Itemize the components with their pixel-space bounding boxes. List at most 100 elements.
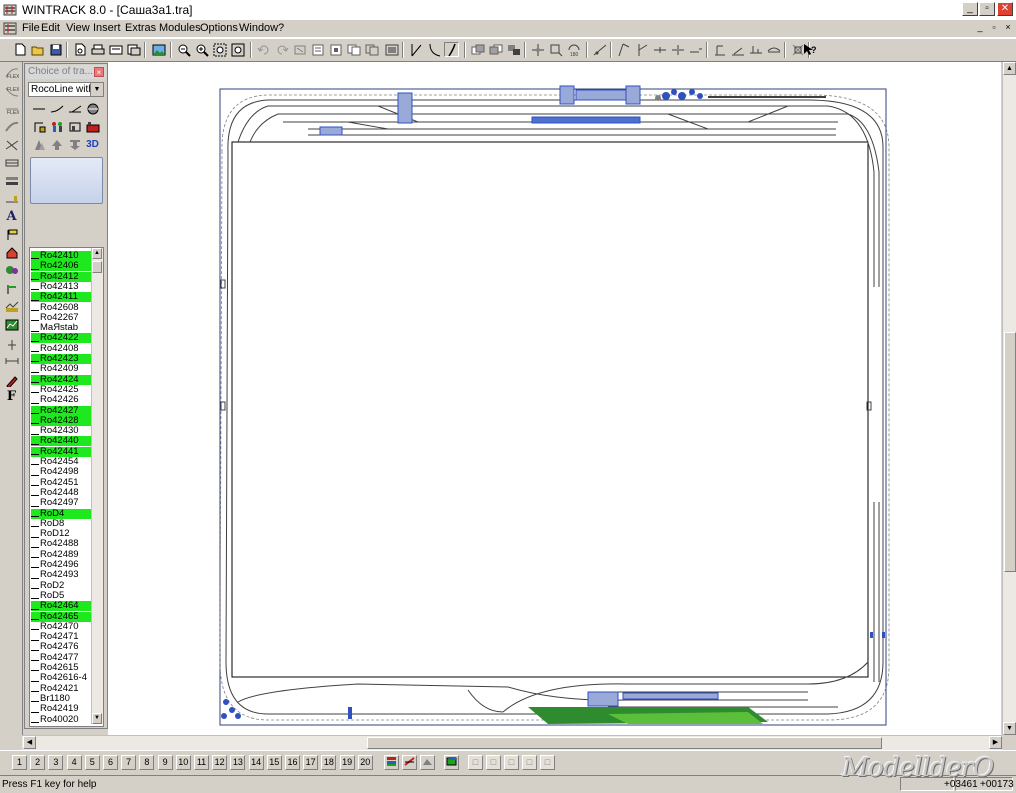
panel-close-icon[interactable]: × xyxy=(94,67,104,77)
chevron-down-icon[interactable]: ▼ xyxy=(90,83,103,96)
export-icon[interactable] xyxy=(126,42,141,57)
scroll-thumb[interactable] xyxy=(92,261,102,273)
module-button[interactable]: 10 xyxy=(175,755,191,770)
save-icon[interactable] xyxy=(48,42,63,57)
menu-extras[interactable]: Extras xyxy=(125,22,156,34)
open-folder-icon[interactable] xyxy=(30,42,45,57)
factory-icon[interactable] xyxy=(85,120,100,133)
mdi-minimize-button[interactable]: _ xyxy=(974,22,986,32)
slope-icon[interactable] xyxy=(730,42,745,57)
turntable-tool-icon[interactable] xyxy=(4,156,19,169)
track-part-list[interactable]: Ro42410 Ro42406 Ro42412 Ro42413 Ro42411 Ro426… xyxy=(29,247,104,727)
menu-window[interactable]: Window xyxy=(239,22,278,34)
zoom-window-icon[interactable] xyxy=(212,42,227,57)
paste-icon[interactable] xyxy=(328,42,343,57)
zoom-all-icon[interactable] xyxy=(230,42,245,57)
turntable-icon[interactable] xyxy=(85,102,100,115)
module-button[interactable]: 8 xyxy=(139,755,155,770)
cut-icon[interactable] xyxy=(292,42,307,57)
image-icon[interactable] xyxy=(151,42,166,57)
font-tool-icon[interactable]: F xyxy=(4,389,19,404)
module-ext-5-icon[interactable]: □ xyxy=(540,755,555,770)
flex-track-tool-2-icon[interactable]: FLEX xyxy=(4,84,19,97)
text-tool-icon[interactable]: A xyxy=(4,209,19,224)
branch-icon[interactable] xyxy=(634,42,649,57)
module-button[interactable]: 13 xyxy=(230,755,246,770)
layer-stack-icon[interactable] xyxy=(384,755,399,770)
split-track-icon[interactable] xyxy=(652,42,667,57)
module-button[interactable]: 2 xyxy=(30,755,46,770)
group-icon[interactable] xyxy=(384,42,399,57)
module-ext-3-icon[interactable]: □ xyxy=(504,755,519,770)
crane-icon[interactable] xyxy=(31,120,46,133)
menu-view[interactable]: View xyxy=(66,22,90,34)
undo-icon[interactable] xyxy=(256,42,271,57)
turnout-icon[interactable] xyxy=(67,102,82,115)
house-tool-icon[interactable] xyxy=(4,246,19,259)
layer-back-icon[interactable] xyxy=(488,42,503,57)
module-button[interactable]: 18 xyxy=(321,755,337,770)
clone-icon[interactable] xyxy=(364,42,379,57)
module-button[interactable]: 19 xyxy=(339,755,355,770)
module-ext-2-icon[interactable]: □ xyxy=(486,755,501,770)
move-icon[interactable] xyxy=(530,42,545,57)
dimension-tool-icon[interactable] xyxy=(4,356,19,369)
vertical-scroll-thumb[interactable] xyxy=(1004,332,1016,572)
zoom-in-icon[interactable] xyxy=(194,42,209,57)
module-stack-icon[interactable] xyxy=(444,755,459,770)
module-ext-4-icon[interactable]: □ xyxy=(522,755,537,770)
scroll-right-icon[interactable]: ▶ xyxy=(989,736,1002,749)
layout-canvas[interactable] xyxy=(108,62,1001,735)
curved-track-icon[interactable] xyxy=(49,102,64,115)
new-file-icon[interactable] xyxy=(12,42,27,57)
paint-tool-icon[interactable] xyxy=(4,374,19,387)
module-button[interactable]: 16 xyxy=(285,755,300,770)
label-tool-icon[interactable] xyxy=(4,228,19,241)
vertical-scrollbar[interactable]: ▲ ▼ xyxy=(1002,62,1016,735)
horizontal-scroll-thumb[interactable] xyxy=(367,737,882,749)
buffer-stop-tool-icon[interactable] xyxy=(4,192,19,205)
scroll-left-icon[interactable]: ◀ xyxy=(23,736,36,749)
menu-insert[interactable]: Insert xyxy=(93,22,121,34)
minimize-button[interactable]: _ xyxy=(962,2,978,16)
menu-file[interactable]: File xyxy=(22,22,40,34)
end-track-icon[interactable] xyxy=(688,42,703,57)
module-button[interactable]: 3 xyxy=(48,755,64,770)
module-button[interactable]: 20 xyxy=(357,755,373,770)
list-item[interactable]: Ro40020 xyxy=(31,714,91,725)
horizontal-scrollbar[interactable]: ◀ ▶ xyxy=(22,735,1002,750)
tree-tool-icon[interactable] xyxy=(4,264,19,277)
bridge-icon[interactable] xyxy=(766,42,781,57)
connect-icon[interactable] xyxy=(616,42,631,57)
up-arrow-icon[interactable] xyxy=(49,138,64,151)
curve-track-icon[interactable] xyxy=(426,42,441,57)
module-button[interactable]: 4 xyxy=(66,755,82,770)
terrain-tool-icon[interactable] xyxy=(4,300,19,313)
landscape-layer-icon[interactable] xyxy=(420,755,435,770)
redo-icon[interactable] xyxy=(274,42,289,57)
layer-front-icon[interactable] xyxy=(470,42,485,57)
ramp-icon[interactable] xyxy=(748,42,763,57)
panel-title-bar[interactable]: Choice of tra... × xyxy=(26,65,106,79)
scroll-up-icon[interactable]: ▲ xyxy=(1003,62,1016,75)
road-tool-icon[interactable] xyxy=(4,120,19,133)
module-button[interactable]: 7 xyxy=(121,755,137,770)
scroll-down-icon[interactable]: ▼ xyxy=(1003,722,1016,735)
track-layout-drawing[interactable] xyxy=(108,62,1001,735)
track-switch-icon[interactable] xyxy=(408,42,423,57)
layers-icon[interactable] xyxy=(506,42,521,57)
module-button[interactable]: 1 xyxy=(12,755,27,770)
print-setup-icon[interactable] xyxy=(108,42,123,57)
track-layer-icon[interactable] xyxy=(402,755,417,770)
track-system-select[interactable]: RocoLine witho ▼ xyxy=(28,82,104,97)
signal-tool-icon[interactable] xyxy=(4,282,19,295)
menu-edit[interactable]: Edit xyxy=(41,22,60,34)
print-preview-icon[interactable] xyxy=(72,42,87,57)
flex-track-tool-3-icon[interactable]: FLEX xyxy=(4,102,19,115)
menu-modules[interactable]: Modules xyxy=(159,22,201,34)
mdi-restore-button[interactable]: ▫ xyxy=(988,22,1000,32)
module-button[interactable]: 9 xyxy=(157,755,173,770)
module-button[interactable]: 14 xyxy=(248,755,264,770)
3d-view-icon[interactable]: 3D xyxy=(85,138,100,151)
measure-icon[interactable] xyxy=(592,42,607,57)
